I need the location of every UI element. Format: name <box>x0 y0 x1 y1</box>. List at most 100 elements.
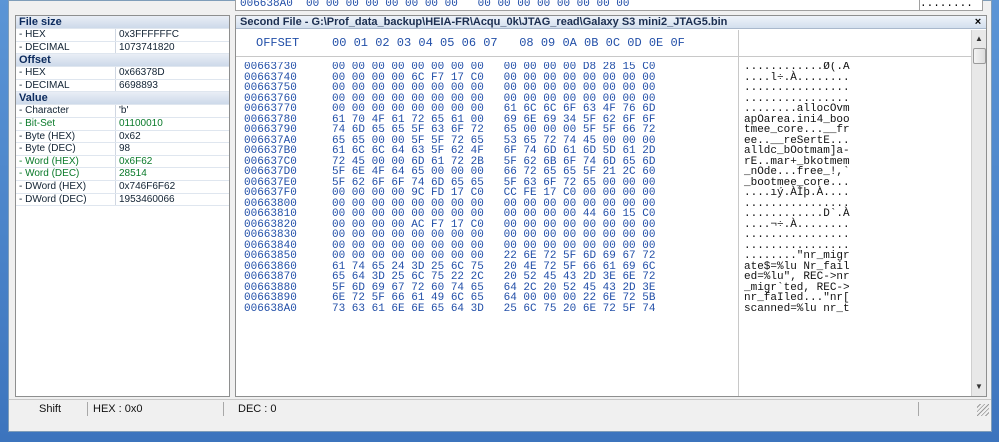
pane-title-text: Second File - G:\Prof_data_backup\HEIA-F… <box>240 16 728 28</box>
scroll-down-icon[interactable]: ▼ <box>972 380 986 394</box>
row-bytes[interactable]: 00 00 00 00 00 00 00 00 00 00 00 00 44 6… <box>332 209 655 220</box>
row-offset: 006637F0 <box>244 187 297 199</box>
info-value: 0x6F62 <box>119 155 153 167</box>
hex-row[interactable]: 006637B0 61 6C 6C 64 63 5F 62 4F 6F 74 6D… <box>236 146 956 157</box>
row-bytes[interactable]: 00 00 00 00 00 00 00 00 61 6C 6C 6F 63 4… <box>332 104 655 115</box>
info-value: 01100010 <box>119 117 163 129</box>
row-bytes[interactable]: 73 63 61 6E 6E 65 64 3D 25 6C 75 20 6E 7… <box>332 303 655 315</box>
row-bytes[interactable]: 5F 6E 4F 64 65 00 00 00 66 72 65 65 5F 2… <box>332 167 655 178</box>
hex-pane: Second File - G:\Prof_data_backup\HEIA-F… <box>235 15 987 397</box>
hex-row[interactable]: 00663750 00 00 00 00 00 00 00 00 00 00 00… <box>236 83 956 94</box>
column-header: OFFSET 00 01 02 03 04 05 06 07 08 09 0A … <box>236 30 972 57</box>
info-row: - DWord (DEC) 1953460066 <box>16 193 229 207</box>
hex-row[interactable]: 006637D0 5F 6E 4F 64 65 00 00 00 66 72 65… <box>236 167 956 178</box>
info-key: - DECIMAL <box>16 41 116 54</box>
row-offset: 00663770 <box>244 103 297 115</box>
hex-rows[interactable]: 00663730 00 00 00 00 00 00 00 00 00 00 00… <box>236 62 956 395</box>
hex-row[interactable]: 00663850 00 00 00 00 00 00 00 00 22 6E 72… <box>236 251 956 262</box>
info-value: 0x3FFFFFFC <box>119 29 179 40</box>
row-ascii[interactable]: ed=%lu", REC->nr <box>744 272 850 283</box>
row-bytes[interactable]: 00 00 00 00 00 00 00 00 00 00 00 00 00 0… <box>332 230 655 241</box>
info-row: - HEX 0x3FFFFFFC <box>16 29 229 42</box>
row-offset: 006637D0 <box>244 166 297 178</box>
info-key: - Bit-Set <box>16 117 116 130</box>
row-ascii[interactable]: nr_faIled..."nr[ <box>744 293 850 304</box>
row-offset: 00663810 <box>244 208 297 220</box>
hex-row[interactable]: 00663890 6E 72 5F 66 61 49 6C 65 64 00 00… <box>236 293 956 304</box>
row-bytes[interactable]: 74 6D 65 65 5F 63 6F 72 65 00 00 00 5F 5… <box>332 125 655 136</box>
scroll-up-icon[interactable]: ▲ <box>972 32 986 46</box>
info-key: - HEX <box>16 67 116 79</box>
info-row: - Word (DEC) 28514 <box>16 168 229 181</box>
info-value: 'b' <box>119 105 129 117</box>
prev-pane-addr: 006638A0 <box>240 0 293 10</box>
info-value: 0x746F6F62 <box>119 180 176 192</box>
row-ascii[interactable]: ............D`.À <box>744 209 850 220</box>
prev-pane-ascii: ........ <box>919 0 983 11</box>
info-row: - Word (HEX) 0x6F62 <box>16 155 229 169</box>
previous-pane-strip: 006638A0 00 00 00 00 00 00 00 00 00 00 0… <box>9 0 991 11</box>
hex-row[interactable]: 00663770 00 00 00 00 00 00 00 00 61 6C 6C… <box>236 104 956 115</box>
row-ascii[interactable]: ........"nr_migr <box>744 251 850 262</box>
info-section-header: File size <box>16 16 229 29</box>
row-offset: 006637B0 <box>244 145 297 157</box>
row-ascii[interactable]: ................ <box>744 230 850 241</box>
row-ascii[interactable]: alldc_bOotmam]a- <box>744 146 850 157</box>
window-frame: 006638A0 00 00 00 00 00 00 00 00 00 00 0… <box>0 0 999 442</box>
row-bytes[interactable]: 61 6C 6C 64 63 5F 62 4F 6F 74 6D 61 6D 5… <box>332 146 655 157</box>
hex-row[interactable]: 006637F0 00 00 00 00 9C FD 17 C0 CC FE 17… <box>236 188 956 199</box>
row-ascii[interactable]: ........allocOvm <box>744 104 850 115</box>
info-row: - Byte (DEC) 98 <box>16 143 229 156</box>
info-row: - DWord (HEX) 0x746F6F62 <box>16 180 229 194</box>
info-value: 6698893 <box>119 79 158 91</box>
row-ascii[interactable]: tmee_core...__fr <box>744 125 850 136</box>
info-row: - HEX 0x66378D <box>16 67 229 80</box>
info-row: - DECIMAL 1073741820 <box>16 41 229 55</box>
offset-header: OFFSET <box>256 36 300 50</box>
row-bytes[interactable]: 00 00 00 00 00 00 00 00 00 00 00 00 D8 2… <box>332 62 655 73</box>
row-offset: 00663730 <box>244 62 297 73</box>
byte-columns-header: 00 01 02 03 04 05 06 07 08 09 0A 0B 0C 0… <box>332 36 685 50</box>
row-offset: 00663750 <box>244 82 297 94</box>
info-value: 1953460066 <box>119 193 175 205</box>
resize-grip-icon[interactable] <box>977 404 989 416</box>
hex-row[interactable]: 00663830 00 00 00 00 00 00 00 00 00 00 00… <box>236 230 956 241</box>
row-ascii[interactable]: ................ <box>744 83 850 94</box>
pane-title: Second File - G:\Prof_data_backup\HEIA-F… <box>236 16 986 29</box>
info-value: 1073741820 <box>119 41 175 53</box>
row-bytes[interactable]: 00 00 00 00 00 00 00 00 22 6E 72 5F 6D 6… <box>332 251 655 262</box>
info-key: - DWord (HEX) <box>16 180 116 193</box>
info-value: 0x62 <box>119 130 141 142</box>
row-bytes[interactable]: 00 00 00 00 9C FD 17 C0 CC FE 17 C0 00 0… <box>332 188 655 199</box>
row-bytes[interactable]: 6E 72 5F 66 61 49 6C 65 64 00 00 00 22 6… <box>332 293 655 304</box>
vertical-scrollbar[interactable]: ▲ ▼ <box>971 30 986 396</box>
row-bytes[interactable]: 00 00 00 00 00 00 00 00 00 00 00 00 00 0… <box>332 83 655 94</box>
row-ascii[interactable]: ............Ø(.À <box>744 62 850 73</box>
prev-pane-hex-row: 006638A0 00 00 00 00 00 00 00 00 00 00 0… <box>235 0 921 11</box>
row-ascii[interactable]: ....ıý.ÀÌþ.À.... <box>744 188 850 199</box>
hex-row[interactable]: 00663810 00 00 00 00 00 00 00 00 00 00 00… <box>236 209 956 220</box>
row-offset: 006638A0 <box>244 302 297 315</box>
hex-row[interactable]: 00663730 00 00 00 00 00 00 00 00 00 00 00… <box>236 62 956 73</box>
hex-row[interactable]: 006638A0 73 63 61 6E 6E 65 64 3D 25 6C 75… <box>236 302 956 315</box>
hex-row[interactable]: 00663790 74 6D 65 65 5F 63 6F 72 65 00 00… <box>236 125 956 136</box>
info-row: - Character'b' <box>16 105 229 118</box>
scroll-thumb[interactable] <box>973 48 986 64</box>
row-ascii[interactable]: _nOde...free_!,` <box>744 167 850 178</box>
info-key: - Word (HEX) <box>16 155 116 168</box>
row-offset: 00663850 <box>244 250 297 262</box>
hex-row[interactable]: 00663870 65 64 3D 25 6C 75 22 2C 20 52 45… <box>236 272 956 283</box>
info-panel: File size - HEX 0x3FFFFFFC - DECIMAL 1073741… <box>15 15 230 397</box>
info-section-header: Value <box>16 92 229 106</box>
row-bytes[interactable]: 65 64 3D 25 6C 75 22 2C 20 52 45 43 2D 3… <box>332 272 655 283</box>
info-key: - Byte (DEC) <box>16 143 116 155</box>
row-offset: 00663890 <box>244 292 297 304</box>
info-value: 0x66378D <box>119 67 165 79</box>
row-ascii[interactable]: scanned=%lu nr_t <box>744 303 850 315</box>
info-key: - DECIMAL <box>16 79 116 92</box>
info-value: 28514 <box>119 168 147 180</box>
close-icon[interactable]: × <box>973 17 983 28</box>
row-offset: 00663870 <box>244 271 297 283</box>
row-offset: 00663790 <box>244 124 297 136</box>
status-shift: Shift <box>13 402 88 416</box>
